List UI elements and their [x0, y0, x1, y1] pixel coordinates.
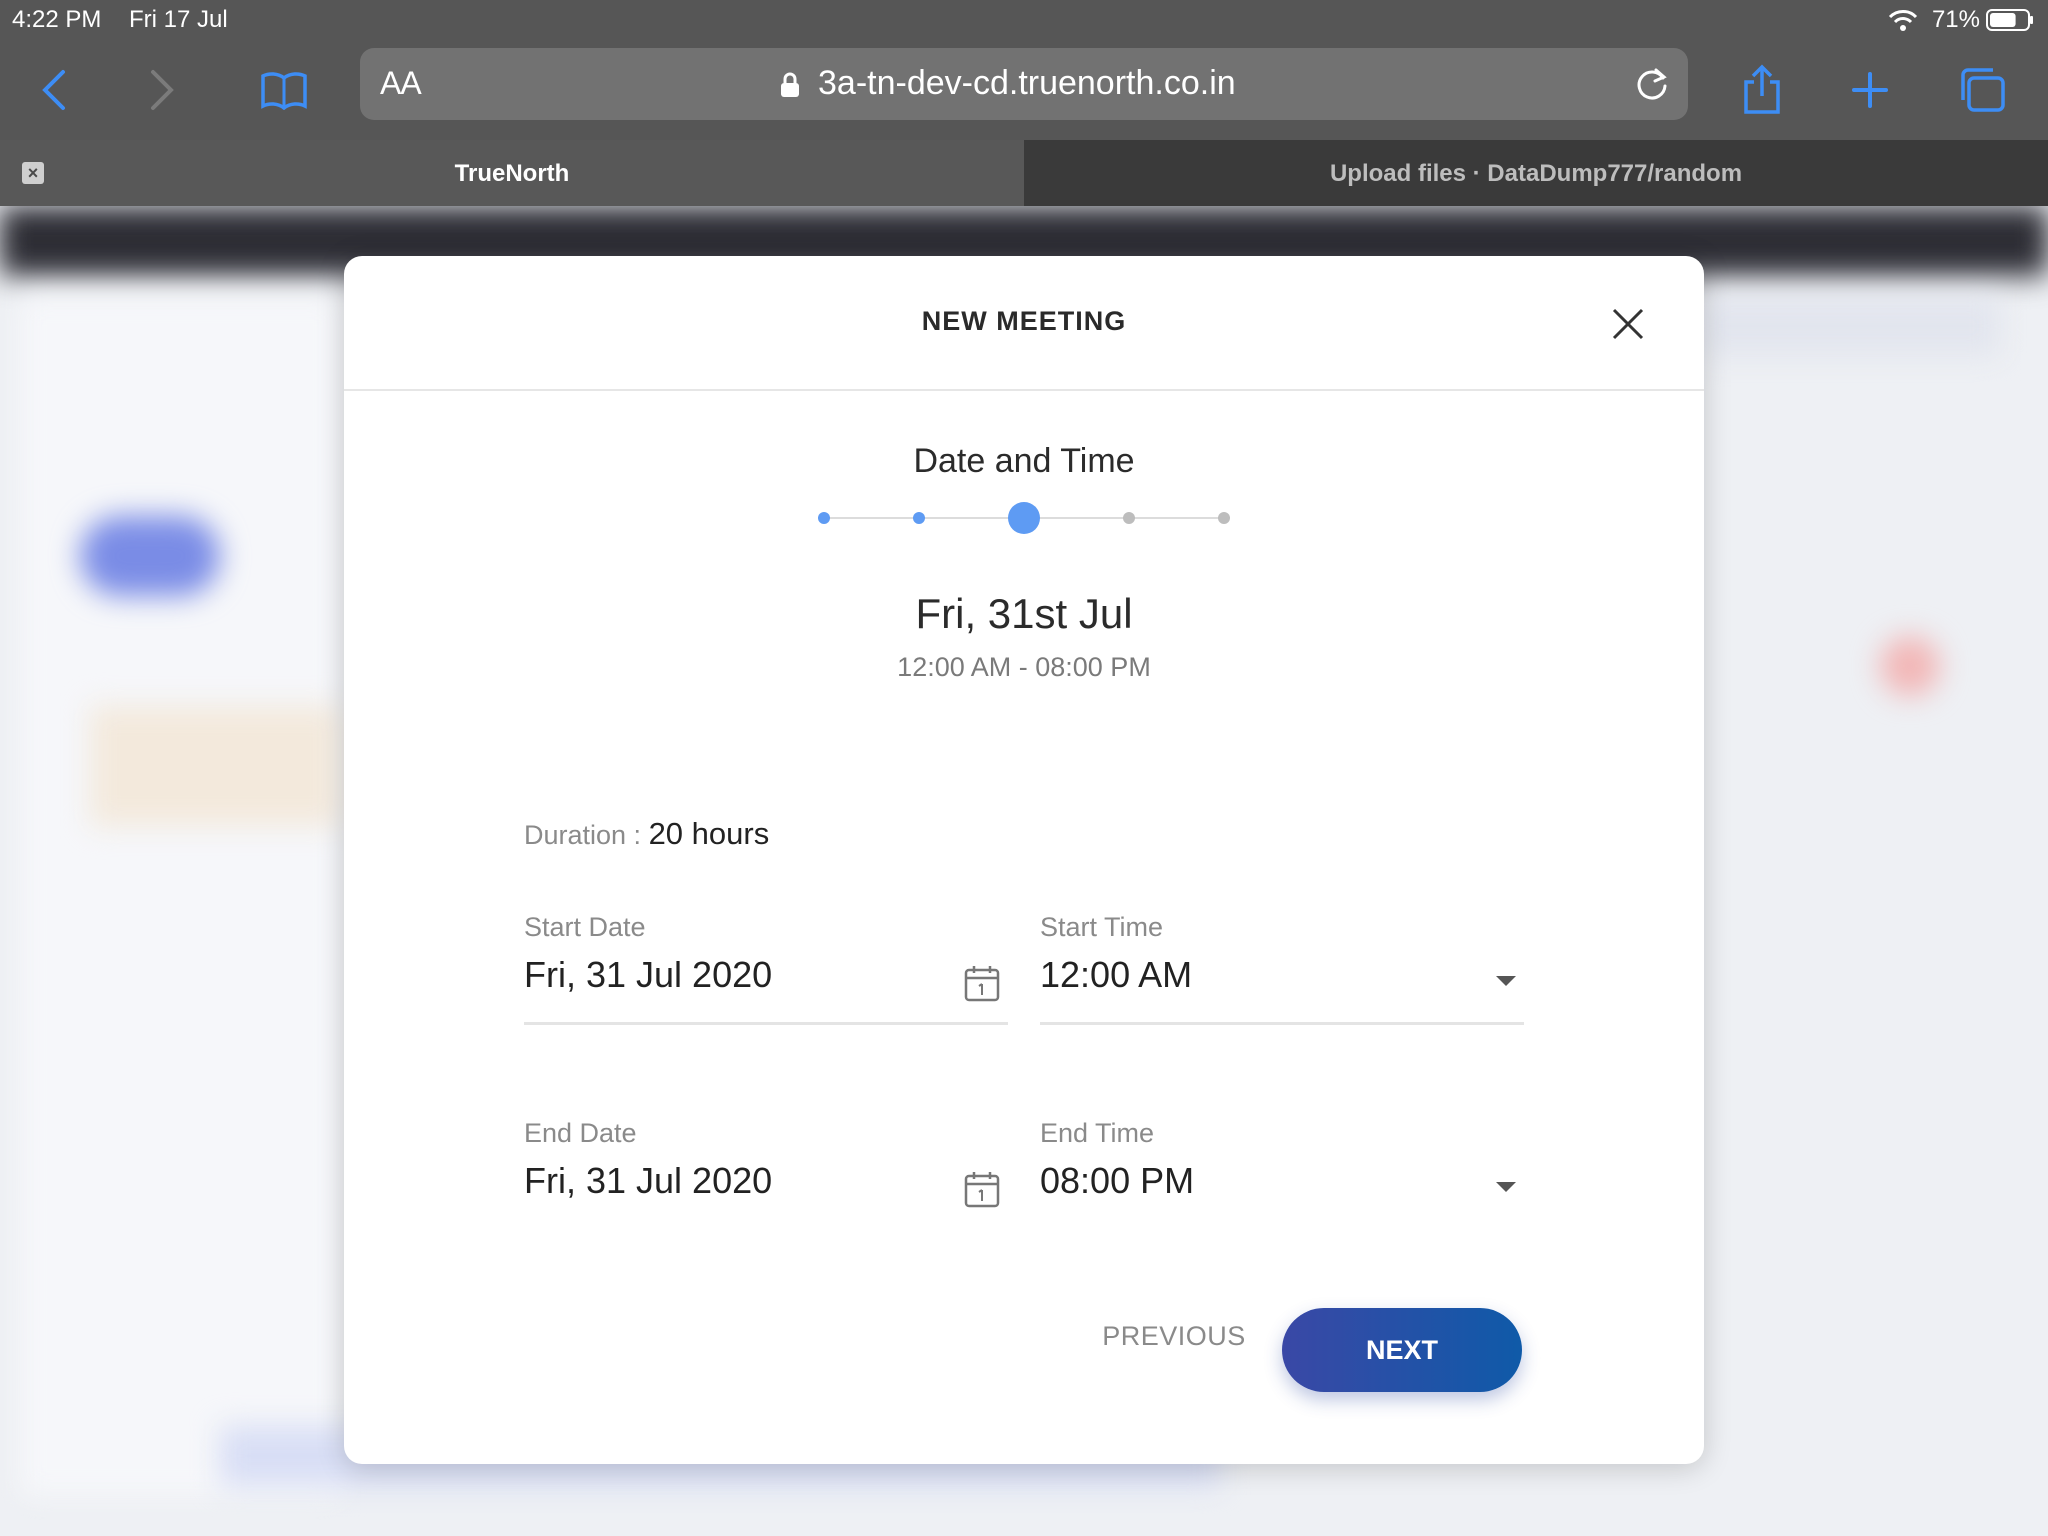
address-bar[interactable]: AA 3a-tn-dev-cd.truenorth.co.in	[360, 48, 1688, 120]
end-time-value[interactable]: 08:00 PM	[1040, 1160, 1194, 1202]
lock-icon	[781, 72, 799, 97]
step-dot-5	[1218, 512, 1230, 524]
blurred-card	[90, 706, 340, 826]
end-time-label: End Time	[1040, 1118, 1155, 1148]
url-text[interactable]: 3a-tn-dev-cd.truenorth.co.in	[818, 64, 1236, 103]
status-time: 4:22 PM	[12, 6, 102, 33]
step-dot-4	[1123, 512, 1135, 524]
battery-icon	[1986, 9, 2033, 31]
calendar-icon[interactable]	[964, 964, 1000, 1002]
step-dot-1	[818, 512, 830, 524]
previous-button[interactable]: PREVIOUS	[1064, 1306, 1284, 1366]
blurred-line	[0, 236, 2048, 242]
reload-icon[interactable]	[1632, 64, 1672, 104]
start-time-label: Start Time	[1040, 912, 1164, 942]
share-icon[interactable]	[1734, 62, 1790, 118]
wifi-icon	[1888, 10, 1918, 31]
text-size-button[interactable]: AA	[380, 65, 422, 102]
duration-label: Duration :	[524, 820, 649, 850]
step-progress	[818, 502, 1230, 534]
new-meeting-modal: NEW MEETING Date and Time Fri, 31st Jul …	[344, 256, 1704, 1464]
tab-truenorth[interactable]: × TrueNorth	[0, 140, 1024, 206]
chevron-down-icon[interactable]	[1496, 1182, 1516, 1192]
blurred-sidebar	[20, 296, 340, 1496]
start-date-label: Start Date	[524, 912, 646, 942]
close-icon[interactable]	[1610, 306, 1646, 342]
tab-bar: × TrueNorth Upload files · DataDump777/r…	[0, 140, 2048, 206]
tab-upload-files[interactable]: Upload files · DataDump777/random	[1024, 140, 2048, 206]
selected-date: Fri, 31st Jul	[915, 590, 1133, 637]
field-underline	[1040, 1022, 1524, 1025]
tab-title: TrueNorth	[454, 160, 570, 187]
field-underline	[524, 1022, 1008, 1025]
end-date-label: End Date	[524, 1118, 637, 1148]
bookmarks-icon[interactable]	[256, 62, 312, 118]
tabs-icon[interactable]	[1954, 62, 2010, 118]
forward-icon[interactable]	[134, 62, 190, 118]
chevron-down-icon[interactable]	[1496, 976, 1516, 986]
status-bar: 4:22 PM Fri 17 Jul 71%	[0, 0, 2048, 40]
time-range: 12:00 AM - 08:00 PM	[897, 652, 1151, 682]
end-time-field[interactable]: End Time 08:00 PM	[1040, 1118, 1524, 1238]
calendar-icon[interactable]	[964, 1170, 1000, 1208]
duration-value: 20 hours	[648, 816, 770, 851]
step-dot-2	[913, 512, 925, 524]
start-time-field[interactable]: Start Time 12:00 AM	[1040, 912, 1524, 1032]
start-time-value[interactable]: 12:00 AM	[1040, 954, 1192, 996]
back-icon[interactable]	[26, 62, 82, 118]
start-date-value[interactable]: Fri, 31 Jul 2020	[524, 954, 772, 996]
tab-title: Upload files · DataDump777/random	[1329, 160, 1743, 187]
modal-header: NEW MEETING	[344, 256, 1704, 391]
next-button[interactable]: NEXT	[1282, 1308, 1522, 1392]
end-date-value[interactable]: Fri, 31 Jul 2020	[524, 1160, 772, 1202]
duration: Duration : 20 hours	[524, 816, 769, 852]
start-date-field[interactable]: Start Date Fri, 31 Jul 2020	[524, 912, 1008, 1032]
modal-title: NEW MEETING	[921, 306, 1127, 336]
browser-toolbar: AA 3a-tn-dev-cd.truenorth.co.in	[0, 40, 2048, 140]
step-title: Date and Time	[913, 442, 1135, 480]
blurred-dot	[1880, 636, 1940, 696]
end-date-field[interactable]: End Date Fri, 31 Jul 2020	[524, 1118, 1008, 1238]
status-date: Fri 17 Jul	[129, 6, 228, 33]
blurred-button	[80, 516, 220, 596]
blurred-topright	[1700, 296, 2000, 356]
battery-percent: 71%	[1931, 6, 1980, 33]
step-dot-3-current	[1008, 502, 1040, 534]
new-tab-icon[interactable]	[1842, 62, 1898, 118]
